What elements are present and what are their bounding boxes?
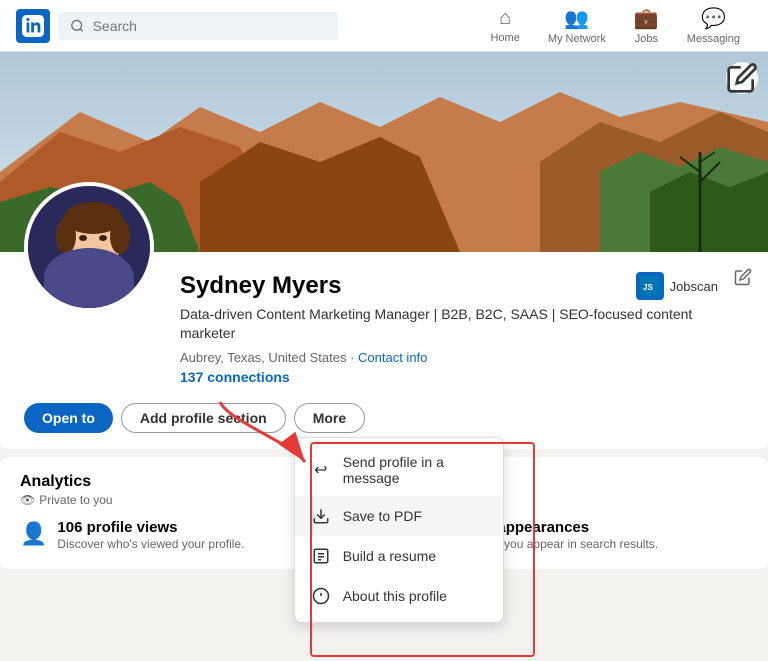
search-bar[interactable] xyxy=(58,12,338,40)
build-resume-icon xyxy=(311,546,331,566)
more-dropdown-wrap: More ↩ Send profile in a message xyxy=(294,403,365,433)
profile-views-desc: Discover who's viewed your profile. xyxy=(57,536,244,553)
pencil-icon xyxy=(726,62,758,94)
profile-views-icon: 👤 xyxy=(20,521,47,553)
home-icon: ⌂ xyxy=(499,7,511,30)
svg-text:JS: JS xyxy=(643,283,653,292)
more-dropdown-menu: ↩ Send profile in a message Save to PDF xyxy=(294,437,504,623)
nav-label-messaging: Messaging xyxy=(687,33,740,45)
about-profile-icon xyxy=(311,586,331,606)
profile-location: Aubrey, Texas, United States · Contact i… xyxy=(180,350,744,365)
edit-pencil-icon xyxy=(734,268,752,286)
connections-link[interactable]: 137 connections xyxy=(180,369,290,385)
nav-item-jobs[interactable]: 💼 Jobs xyxy=(622,0,671,51)
profile-avatar xyxy=(28,186,150,308)
profile-actions: Open to Add profile section More ↩ Send … xyxy=(0,403,768,449)
jobscan-logo-icon: JS xyxy=(640,276,660,296)
jobscan-badge: JS Jobscan xyxy=(636,272,718,300)
search-input[interactable] xyxy=(93,18,326,34)
profile-headline: Data-driven Content Marketing Manager | … xyxy=(180,305,744,344)
nav-item-network[interactable]: 👥 My Network xyxy=(536,0,618,51)
dropdown-label-send-profile: Send profile in a message xyxy=(343,454,487,486)
nav-label-network: My Network xyxy=(548,33,606,45)
jobscan-icon: JS xyxy=(636,272,664,300)
jobscan-label: Jobscan xyxy=(670,279,718,294)
profile-views-count: 106 profile views xyxy=(57,519,244,536)
nav-item-messaging[interactable]: 💬 Messaging xyxy=(675,0,752,51)
messaging-icon: 💬 xyxy=(701,6,726,31)
nav-label-home: Home xyxy=(490,32,519,44)
dropdown-item-save-pdf[interactable]: Save to PDF xyxy=(295,496,503,536)
profile-card: JS Jobscan Sydney Myers Data-driven Cont… xyxy=(0,52,768,449)
dropdown-item-about-profile[interactable]: About this profile xyxy=(295,576,503,616)
nav-label-jobs: Jobs xyxy=(635,33,658,45)
profile-info-edit-button[interactable] xyxy=(734,268,752,291)
navbar: ⌂ Home 👥 My Network 💼 Jobs 💬 Messaging xyxy=(0,0,768,52)
nav-actions: ⌂ Home 👥 My Network 💼 Jobs 💬 Messaging xyxy=(478,0,752,51)
contact-info-link[interactable]: Contact info xyxy=(358,350,427,365)
eye-icon: 👁 xyxy=(20,493,35,507)
more-button[interactable]: More xyxy=(294,403,365,433)
dropdown-item-send-profile[interactable]: ↩ Send profile in a message xyxy=(295,444,503,496)
linkedin-logo[interactable] xyxy=(16,9,50,43)
dropdown-label-build-resume: Build a resume xyxy=(343,548,436,564)
search-icon xyxy=(70,18,85,34)
nav-item-home[interactable]: ⌂ Home xyxy=(478,1,531,50)
profile-photo xyxy=(24,182,154,312)
dropdown-label-save-pdf: Save to PDF xyxy=(343,508,422,524)
save-pdf-icon xyxy=(311,506,331,526)
dropdown-item-build-resume[interactable]: Build a resume xyxy=(295,536,503,576)
network-icon: 👥 xyxy=(564,6,589,31)
dropdown-label-about-profile: About this profile xyxy=(343,588,447,604)
add-profile-section-button[interactable]: Add profile section xyxy=(121,403,286,433)
analytics-profile-views-info: 106 profile views Discover who's viewed … xyxy=(57,519,244,553)
send-profile-icon: ↩ xyxy=(311,460,331,480)
jobs-icon: 💼 xyxy=(634,6,659,31)
banner-edit-button[interactable] xyxy=(726,62,758,94)
open-to-button[interactable]: Open to xyxy=(24,403,113,433)
